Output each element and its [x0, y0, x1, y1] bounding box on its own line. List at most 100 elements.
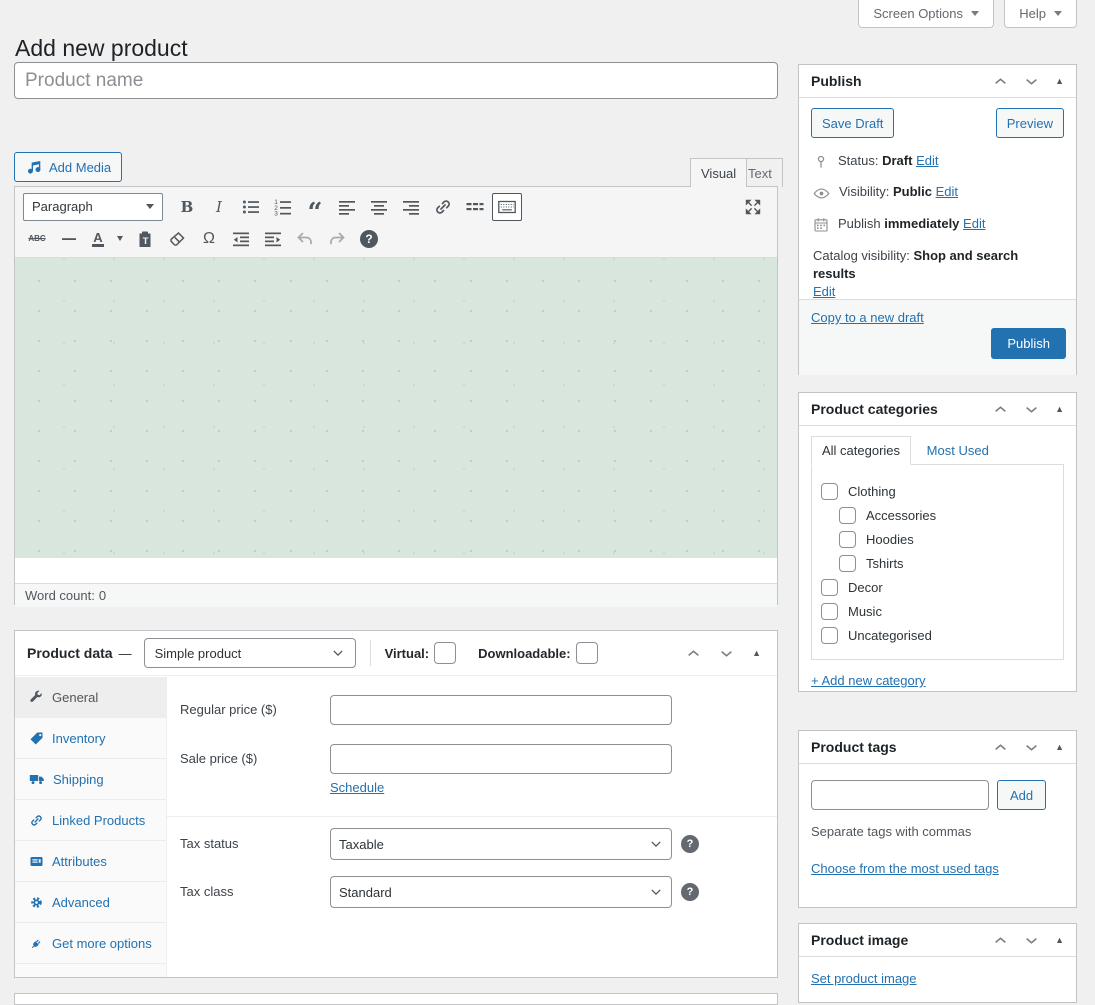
tab-shipping[interactable]: Shipping [15, 759, 166, 800]
category-item[interactable]: Tshirts [839, 555, 1054, 572]
tab-attributes[interactable]: Attributes [15, 841, 166, 882]
tab-advanced[interactable]: Advanced [15, 882, 166, 923]
tab-all-categories[interactable]: All categories [811, 436, 911, 465]
editor-canvas-bottom[interactable] [15, 558, 777, 583]
add-new-category-link[interactable]: + Add new category [811, 673, 926, 688]
publish-button[interactable]: Publish [991, 328, 1066, 359]
insert-link-button[interactable] [428, 193, 458, 221]
tax-status-help-icon[interactable]: ? [681, 835, 699, 853]
tags-header[interactable]: Product tags ▲ [799, 731, 1076, 764]
clear-formatting-button[interactable] [162, 225, 192, 253]
checkbox[interactable] [821, 579, 838, 596]
order-up-icon[interactable] [993, 402, 1008, 417]
preview-button[interactable]: Preview [996, 108, 1064, 138]
tax-class-select[interactable]: Standard [330, 876, 672, 908]
tab-most-used[interactable]: Most Used [927, 443, 989, 458]
toggle-panel-icon[interactable]: ▲ [1055, 76, 1064, 86]
checkbox[interactable] [839, 507, 856, 524]
schedule-edit-link[interactable]: Edit [963, 216, 985, 231]
categories-header[interactable]: Product categories ▲ [799, 393, 1076, 426]
tags-input[interactable] [811, 780, 989, 810]
text-color-button[interactable]: A [86, 225, 110, 253]
order-up-icon[interactable] [993, 933, 1008, 948]
bullet-list-button[interactable] [236, 193, 266, 221]
regular-price-input[interactable] [330, 695, 672, 725]
undo-button[interactable] [290, 225, 320, 253]
order-up-icon[interactable] [993, 740, 1008, 755]
add-media-button[interactable]: Add Media [14, 152, 122, 182]
tab-linked-products[interactable]: Linked Products [15, 800, 166, 841]
toggle-panel-icon[interactable]: ▲ [1055, 935, 1064, 945]
horizontal-rule-button[interactable] [54, 225, 84, 253]
checkbox[interactable] [821, 603, 838, 620]
align-right-button[interactable] [396, 193, 426, 221]
category-item[interactable]: Decor [821, 579, 1054, 596]
numbered-list-button[interactable]: 123 [268, 193, 298, 221]
help-button[interactable]: Help [1004, 0, 1077, 28]
toggle-panel-icon[interactable]: ▲ [752, 648, 761, 658]
image-header[interactable]: Product image ▲ [799, 924, 1076, 957]
strikethrough-button[interactable]: ABC [22, 225, 52, 253]
align-center-button[interactable] [364, 193, 394, 221]
save-draft-button[interactable]: Save Draft [811, 108, 894, 138]
align-left-button[interactable] [332, 193, 362, 221]
visibility-edit-link[interactable]: Edit [936, 184, 958, 199]
category-item[interactable]: Music [821, 603, 1054, 620]
toggle-panel-icon[interactable]: ▲ [1055, 404, 1064, 414]
choose-most-used-tags-link[interactable]: Choose from the most used tags [811, 861, 999, 876]
outdent-button[interactable] [226, 225, 256, 253]
virtual-checkbox[interactable] [434, 642, 456, 664]
bold-button[interactable]: B [172, 193, 202, 221]
order-down-icon[interactable] [1024, 933, 1039, 948]
screen-options-button[interactable]: Screen Options [858, 0, 994, 28]
copy-to-new-draft-link[interactable]: Copy to a new draft [811, 310, 924, 325]
tax-class-label: Tax class [180, 884, 233, 899]
blockquote-button[interactable]: “ [300, 193, 330, 221]
special-character-button[interactable]: Ω [194, 225, 224, 253]
order-down-icon[interactable] [1024, 74, 1039, 89]
checkbox[interactable] [821, 483, 838, 500]
read-more-button[interactable] [460, 193, 490, 221]
category-item[interactable]: Clothing [821, 483, 1054, 500]
order-down-icon[interactable] [719, 646, 734, 661]
order-up-icon[interactable] [686, 646, 701, 661]
tax-class-help-icon[interactable]: ? [681, 883, 699, 901]
status-edit-link[interactable]: Edit [916, 153, 938, 168]
fullscreen-button[interactable] [738, 193, 768, 221]
tab-get-more-options[interactable]: Get more options [15, 923, 166, 964]
tab-visual[interactable]: Visual [690, 158, 747, 187]
sale-price-input[interactable] [330, 744, 672, 774]
checkbox[interactable] [821, 627, 838, 644]
schedule-link[interactable]: Schedule [330, 780, 384, 795]
tax-status-select[interactable]: Taxable [330, 828, 672, 860]
category-item[interactable]: Uncategorised [821, 627, 1054, 644]
toggle-panel-icon[interactable]: ▲ [1055, 742, 1064, 752]
paragraph-format-select[interactable]: Paragraph [23, 193, 163, 221]
editor-canvas[interactable] [15, 258, 777, 558]
indent-button[interactable] [258, 225, 288, 253]
order-down-icon[interactable] [1024, 402, 1039, 417]
paste-as-text-button[interactable]: T [130, 225, 160, 253]
keyboard-shortcuts-button[interactable]: ? [354, 225, 384, 253]
product-name-input[interactable] [14, 62, 778, 99]
tab-general[interactable]: General [15, 677, 166, 718]
add-tag-label: Add [1010, 788, 1033, 803]
tab-inventory[interactable]: Inventory [15, 718, 166, 759]
pin-icon [813, 154, 829, 170]
order-up-icon[interactable] [993, 74, 1008, 89]
product-type-select[interactable]: Simple product [144, 638, 356, 668]
text-color-caret[interactable] [112, 225, 128, 253]
downloadable-checkbox[interactable] [576, 642, 598, 664]
publish-header[interactable]: Publish ▲ [799, 65, 1076, 98]
redo-button[interactable] [322, 225, 352, 253]
italic-button[interactable]: I [204, 193, 234, 221]
checkbox[interactable] [839, 555, 856, 572]
order-down-icon[interactable] [1024, 740, 1039, 755]
category-item[interactable]: Hoodies [839, 531, 1054, 548]
toolbar-toggle-button[interactable] [492, 193, 522, 221]
catalog-edit-link[interactable]: Edit [813, 284, 835, 299]
checkbox[interactable] [839, 531, 856, 548]
set-product-image-link[interactable]: Set product image [811, 971, 917, 986]
category-item[interactable]: Accessories [839, 507, 1054, 524]
add-tag-button[interactable]: Add [997, 780, 1046, 810]
